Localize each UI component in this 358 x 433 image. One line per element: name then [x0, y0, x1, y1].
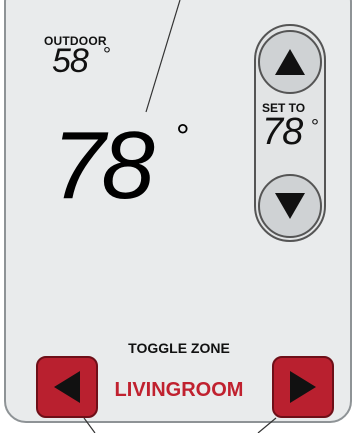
next-zone-button[interactable] — [272, 356, 334, 418]
current-degree-symbol: ° — [176, 118, 190, 156]
outdoor-degree-symbol: ° — [103, 44, 111, 66]
current-temperature: 78 — [52, 112, 155, 219]
increase-temperature-button[interactable] — [258, 30, 322, 94]
toggle-zone-label: TOGGLE ZONE — [128, 340, 230, 356]
triangle-up-icon — [275, 49, 305, 75]
triangle-right-icon — [290, 371, 316, 403]
outdoor-temperature: 58 — [52, 42, 89, 80]
decrease-temperature-button[interactable] — [258, 174, 322, 238]
triangle-down-icon — [275, 193, 305, 219]
setpoint-temperature: 78 — [262, 111, 303, 153]
setpoint-degree-symbol: ° — [311, 116, 319, 138]
